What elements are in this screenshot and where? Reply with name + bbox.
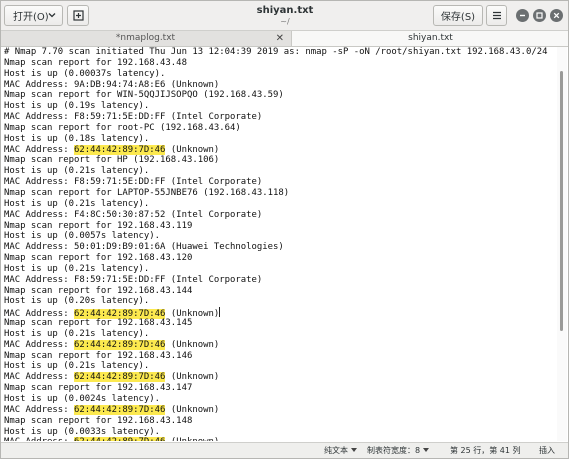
text-line: Nmap scan report for root-PC (192.168.43… [4,122,241,133]
search-highlight: 62:44:42:89:7D:46 [73,404,166,415]
text-line: MAC Address: 62:44:42:89:7D:46 (Unknown) [4,404,220,415]
text-line: Nmap scan report for HP (192.168.43.106) [4,155,220,166]
text-editor-window: 打开(O) shiyan.txt ~/ 保存(S) *nmaplog.txt ✕ [0,0,569,459]
maximize-icon [536,12,543,19]
dropdown-arrow-icon [351,448,357,452]
text-line: Nmap scan report for 192.168.43.120 [4,253,193,264]
tab-nmaplog-label: *nmaplog.txt [115,33,176,43]
text-cursor [219,307,221,318]
open-button[interactable]: 打开(O) [4,5,63,26]
dropdown-arrow-icon [423,448,430,452]
text-line: Host is up (0.19s latency). [4,101,150,112]
text-line: Host is up (0.00037s latency). [4,68,166,79]
text-line: Nmap scan report for 192.168.43.145 [4,318,193,329]
text-line: Nmap scan report for 192.168.43.148 [4,415,193,426]
text-line: Nmap scan report for 192.168.43.147 [4,383,193,394]
text-line: Host is up (0.21s latency). [4,263,150,274]
text-line: Nmap scan report for 192.168.43.119 [4,220,193,231]
tab-shiyan-label: shiyan.txt [408,33,453,43]
chevron-down-icon [48,13,56,18]
text-line: Host is up (0.18s latency). [4,133,150,144]
text-line: Nmap scan report for LAPTOP-55JNBE76 (19… [4,187,290,198]
text-line: Host is up (0.21s latency). [4,166,150,177]
text-line: MAC Address: 62:44:42:89:7D:46 (Unknown) [4,437,555,441]
close-icon [553,12,560,19]
text-line: MAC Address: F8:59:71:5E:DD:FF (Intel Co… [4,274,263,285]
text-line: MAC Address: F8:59:71:5E:DD:FF (Intel Co… [4,112,263,123]
text-line: MAC Address: 62:44:42:89:7D:46 (Unknown) [4,144,220,155]
open-button-label: 打开(O) [13,12,49,23]
text-editor-area[interactable]: # Nmap 7.70 scan initiated Thu Jun 13 12… [4,47,555,441]
text-line: MAC Address: F4:8C:50:30:87:52 (Intel Co… [4,209,263,220]
text-line: Host is up (0.0033s latency). [4,426,161,437]
text-line: MAC Address: 9A:DB:94:74:A8:E6 (Unknown) [4,79,220,90]
save-button-label: 保存(S) [440,12,476,23]
text-line: Host is up (0.0057s latency). [4,231,161,242]
tab-close-icon[interactable]: ✕ [276,31,284,46]
text-line: MAC Address: 62:44:42:89:7D:46 (Unknown) [4,307,221,320]
text-line: Nmap scan report for 192.168.43.48 [4,57,187,68]
vertical-scrollbar[interactable] [557,47,567,441]
new-document-button[interactable] [67,5,89,26]
header-bar: 打开(O) shiyan.txt ~/ 保存(S) [1,1,568,31]
hamburger-menu-icon [492,11,501,20]
status-bar: 纯文本 制表符宽度：8 第 25 行，第 41 列 插入 [1,442,568,458]
search-highlight: 62:44:42:89:7D:46 [73,339,166,350]
text-line: MAC Address: 62:44:42:89:7D:46 (Unknown) [4,339,220,350]
tab-shiyan[interactable]: shiyan.txt [291,31,568,46]
search-highlight: 62:44:42:89:7D:46 [73,372,166,383]
search-highlight: 62:44:42:89:7D:46 [73,437,166,441]
text-line: Host is up (0.21s latency). [4,361,150,372]
text-line: MAC Address: 62:44:42:89:7D:46 (Unknown) [4,372,220,383]
window-title: shiyan.txt [256,5,314,16]
tab-bar: *nmaplog.txt ✕ shiyan.txt [1,31,568,47]
menu-button[interactable] [486,5,507,26]
tab-nmaplog[interactable]: *nmaplog.txt ✕ [1,31,290,46]
language-label: 纯文本 [324,446,348,455]
text-line: Nmap scan report for 192.168.43.144 [4,285,193,296]
maximize-button[interactable] [533,9,546,22]
cursor-position: 第 25 行，第 41 列 [450,446,521,455]
text-line: Host is up (0.21s latency). [4,198,150,209]
insert-mode: 插入 [539,446,555,455]
scrollbar-thumb[interactable] [560,71,563,331]
language-selector[interactable]: 纯文本 [324,443,357,458]
tab-width-selector[interactable]: 制表符宽度：8 [367,443,430,458]
save-button[interactable]: 保存(S) [433,5,483,26]
tab-width-label: 制表符宽度：8 [367,446,421,455]
text-line: Nmap scan report for 192.168.43.146 [4,350,193,361]
new-document-icon [72,10,84,21]
minimize-icon [520,14,525,17]
text-line: Host is up (0.21s latency). [4,328,150,339]
text-line: # Nmap 7.70 scan initiated Thu Jun 13 12… [4,47,548,57]
window-subtitle: ~/ [280,17,290,26]
text-line: Host is up (0.0024s latency). [4,394,161,404]
text-line: Host is up (0.20s latency). [4,296,150,307]
close-button[interactable] [550,9,563,22]
text-line: Nmap scan report for WIN-5QQJIJSOPQO (19… [4,90,284,101]
text-line: MAC Address: 50:01:D9:B9:01:6A (Huawei T… [4,242,284,253]
minimize-button[interactable] [516,9,529,22]
search-highlight: 62:44:42:89:7D:46 [73,144,166,155]
text-line: MAC Address: F8:59:71:5E:DD:FF (Intel Co… [4,177,263,188]
